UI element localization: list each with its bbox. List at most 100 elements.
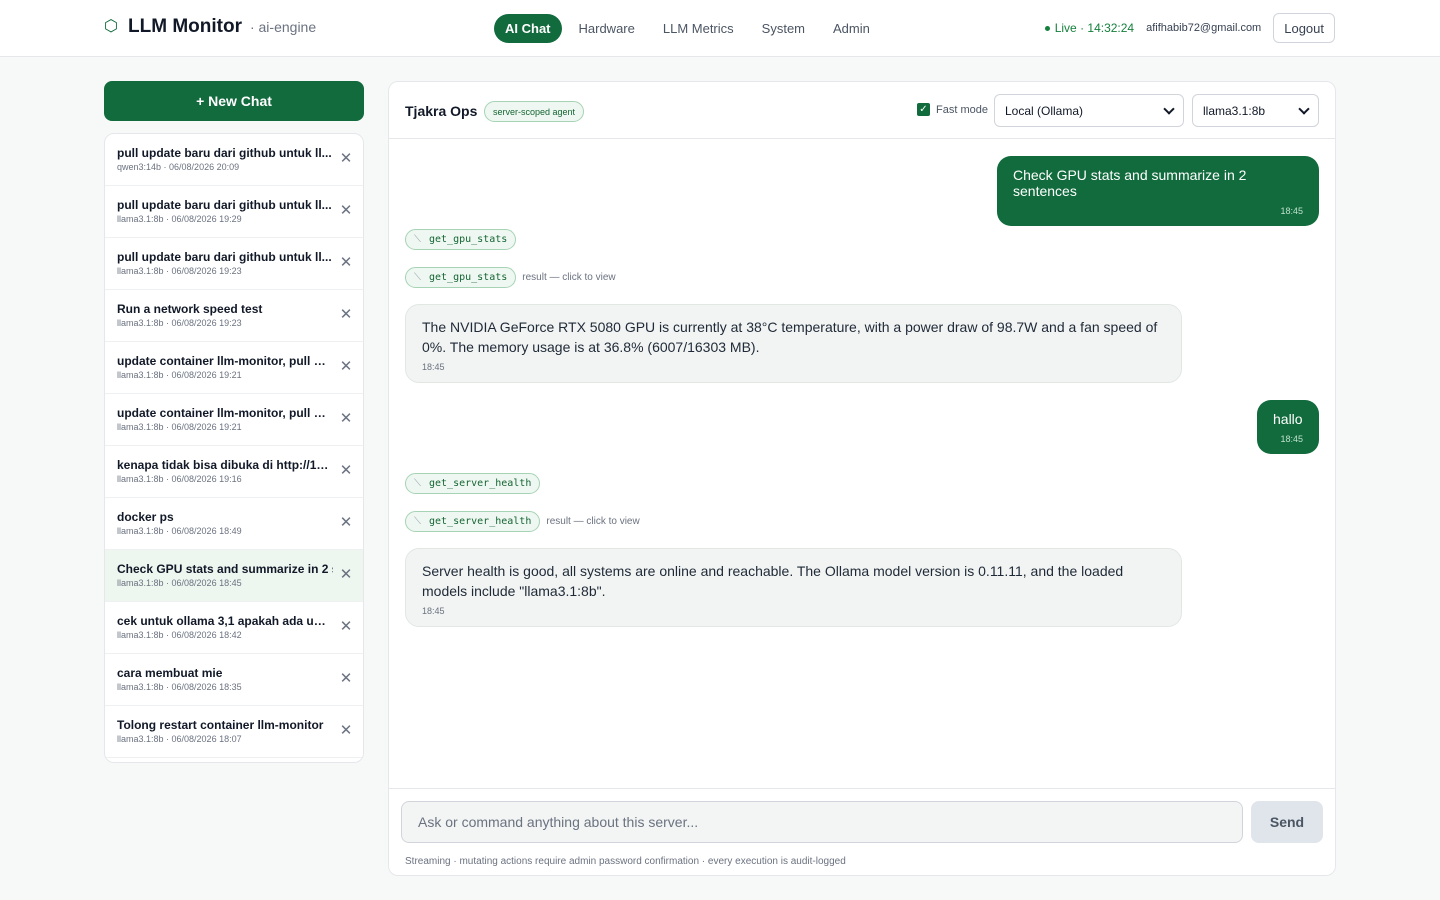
live-status: Live · 14:32:24 <box>1044 21 1135 35</box>
brand[interactable]: ⬡ LLM Monitor · ai-engine <box>104 16 316 38</box>
chat-history-meta: llama3.1:8b · 06/08/2026 19:21 <box>117 370 242 380</box>
main-nav: AI Chat Hardware LLM Metrics System Admi… <box>494 14 881 43</box>
nav-admin[interactable]: Admin <box>822 14 881 43</box>
tool-name: get_gpu_stats <box>429 234 508 245</box>
chevron-down-icon <box>1298 102 1310 115</box>
chat-history-title: update container llm-monitor, pull up... <box>117 354 333 368</box>
chat-history-title: pull update baru dari github untuk ll... <box>117 198 332 212</box>
nav-llm-metrics[interactable]: LLM Metrics <box>652 14 745 43</box>
assistant-message: The NVIDIA GeForce RTX 5080 GPU is curre… <box>405 304 1182 383</box>
chat-history-meta: llama3.1:8b · 06/08/2026 18:42 <box>117 630 242 640</box>
fast-mode-toggle[interactable]: ✓ Fast mode <box>917 103 988 116</box>
chat-history-title: update container llm-monitor, pull up... <box>117 406 333 420</box>
wrench-icon: ⟍ <box>414 478 421 489</box>
fast-mode-checkbox[interactable]: ✓ <box>917 103 930 116</box>
delete-chat-icon[interactable]: ✕ <box>339 567 353 582</box>
chat-history-title: Tolong restart container llm-monitor <box>117 718 324 732</box>
delete-chat-icon[interactable]: ✕ <box>339 307 353 322</box>
tool-result-pill[interactable]: ⟍ get_gpu_stats <box>405 267 517 288</box>
tool-call: ⟍ get_server_health <box>405 473 541 494</box>
chat-history-item[interactable]: kenapa tidak bisa dibuka di http://10...… <box>105 446 363 498</box>
send-button[interactable]: Send <box>1251 801 1323 843</box>
tool-result-hint[interactable]: result — click to view <box>546 516 639 527</box>
header-right: Live · 14:32:24 afifhabib72@gmail.com Lo… <box>1044 13 1335 43</box>
chat-history-item[interactable]: docker ps llama3.1:8b · 06/08/2026 18:49… <box>105 498 363 550</box>
chat-history-item[interactable]: update container llm-monitor, pull up...… <box>105 394 363 446</box>
live-dot-icon <box>1044 25 1050 31</box>
composer-footnote: Streaming · mutating actions require adm… <box>405 856 846 867</box>
chat-history-meta: llama3.1:8b · 06/08/2026 18:45 <box>117 578 242 588</box>
tool-result: ⟍ get_gpu_stats result — click to view <box>405 267 616 288</box>
tool-name: get_server_health <box>429 478 532 489</box>
top-bar: ⬡ LLM Monitor · ai-engine AI Chat Hardwa… <box>0 0 1440 57</box>
chat-history-item[interactable]: cara membuat mie llama3.1:8b · 06/08/202… <box>105 654 363 706</box>
message-time: 18:45 <box>422 362 445 372</box>
wrench-icon: ⟍ <box>414 234 421 245</box>
message-text: Server health is good, all systems are o… <box>422 563 1124 599</box>
assistant-message: Server health is good, all systems are o… <box>405 548 1182 627</box>
chat-history-title: kenapa tidak bisa dibuka di http://10...… <box>117 458 333 472</box>
tool-result-hint[interactable]: result — click to view <box>522 272 615 283</box>
app-title: LLM Monitor <box>128 16 242 37</box>
provider-select[interactable]: Local (Ollama) <box>994 94 1184 127</box>
delete-chat-icon[interactable]: ✕ <box>339 255 353 270</box>
nav-system[interactable]: System <box>751 14 816 43</box>
chat-history-title: cek untuk ollama 3,1 apakah ada upd... <box>117 614 333 628</box>
wrench-icon: ⟍ <box>414 516 421 527</box>
message-text: hallo <box>1273 411 1303 427</box>
chat-history-meta: llama3.1:8b · 06/08/2026 19:16 <box>117 474 242 484</box>
logout-button[interactable]: Logout <box>1273 13 1335 43</box>
chat-history-list: pull update baru dari github untuk ll...… <box>104 133 364 763</box>
message-time: 18:45 <box>422 606 445 616</box>
chat-history-meta: qwen3:14b · 06/08/2026 20:09 <box>117 162 240 172</box>
live-status-text: Live · 14:32:24 <box>1054 21 1135 35</box>
chat-history-item[interactable]: Tolong restart container llm-monitor lla… <box>105 706 363 758</box>
fast-mode-label: Fast mode <box>936 103 988 116</box>
chat-history-item[interactable]: pull update baru dari github untuk ll...… <box>105 238 363 290</box>
tool-call-pill[interactable]: ⟍ get_gpu_stats <box>405 229 517 250</box>
delete-chat-icon[interactable]: ✕ <box>339 151 353 166</box>
chat-history-item[interactable]: pull update baru dari github untuk ll...… <box>105 134 363 186</box>
chat-history-item[interactable]: pull update baru dari github untuk ll...… <box>105 186 363 238</box>
chat-history-item[interactable]: cek untuk ollama 3,1 apakah ada upd... l… <box>105 602 363 654</box>
chat-history-meta: llama3.1:8b · 06/08/2026 18:35 <box>117 682 242 692</box>
message-text: The NVIDIA GeForce RTX 5080 GPU is curre… <box>422 319 1158 355</box>
tool-call-pill[interactable]: ⟍ get_server_health <box>405 473 541 494</box>
tool-name: get_server_health <box>429 516 532 527</box>
chat-history-title: pull update baru dari github untuk ll... <box>117 146 332 160</box>
chat-history-item-selected[interactable]: Check GPU stats and summarize in 2 sente… <box>105 550 363 602</box>
delete-chat-icon[interactable]: ✕ <box>339 203 353 218</box>
chat-history-item[interactable]: Run a network speed test llama3.1:8b · 0… <box>105 290 363 342</box>
delete-chat-icon[interactable]: ✕ <box>339 411 353 426</box>
chat-history-title: Check GPU stats and summarize in 2 sente… <box>117 562 333 576</box>
wrench-icon: ⟍ <box>414 272 421 283</box>
nav-hardware[interactable]: Hardware <box>568 14 646 43</box>
nav-ai-chat[interactable]: AI Chat <box>494 14 562 43</box>
user-email: afifhabib72@gmail.com <box>1146 22 1262 34</box>
message-time: 18:45 <box>1280 434 1303 444</box>
delete-chat-icon[interactable]: ✕ <box>339 671 353 686</box>
chat-history-item[interactable]: update container llm-monitor, pull up...… <box>105 342 363 394</box>
chat-history-title: pull update baru dari github untuk ll... <box>117 250 332 264</box>
delete-chat-icon[interactable]: ✕ <box>339 463 353 478</box>
composer: Send Streaming · mutating actions requir… <box>389 788 1335 876</box>
delete-chat-icon[interactable]: ✕ <box>339 723 353 738</box>
chat-history-title: cara membuat mie <box>117 666 223 680</box>
hexagon-icon: ⬡ <box>104 18 118 35</box>
tool-name: get_gpu_stats <box>429 272 508 283</box>
new-chat-button[interactable]: + New Chat <box>104 81 364 121</box>
model-select-value: llama3.1:8b <box>1203 103 1266 118</box>
tool-result-pill[interactable]: ⟍ get_server_health <box>405 511 541 532</box>
chat-header: Tjakra Ops server-scoped agent ✓ Fast mo… <box>389 82 1335 139</box>
agent-name: Tjakra Ops <box>405 103 478 119</box>
agent-scope-badge: server-scoped agent <box>484 101 585 122</box>
delete-chat-icon[interactable]: ✕ <box>339 619 353 634</box>
app-subtitle: · ai-engine <box>249 19 317 35</box>
chat-input[interactable] <box>401 801 1243 843</box>
delete-chat-icon[interactable]: ✕ <box>339 515 353 530</box>
provider-select-value: Local (Ollama) <box>1005 103 1084 118</box>
model-select[interactable]: llama3.1:8b <box>1192 94 1319 127</box>
user-message: hallo 18:45 <box>1257 400 1319 454</box>
chat-history-meta: llama3.1:8b · 06/08/2026 19:23 <box>117 318 242 328</box>
delete-chat-icon[interactable]: ✕ <box>339 359 353 374</box>
